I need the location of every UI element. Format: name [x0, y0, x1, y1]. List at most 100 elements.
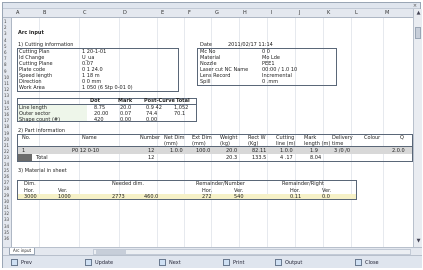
column-header: A B C D E F G H I J K L M	[3, 9, 413, 18]
row-header-cell[interactable]: 27	[4, 180, 12, 185]
remnant-value[interactable]: 0.11	[290, 194, 301, 200]
parts-cell-rect[interactable]: 82.11	[252, 148, 266, 154]
parts-header: Delivery time	[332, 135, 353, 147]
row-header-cell[interactable]: 18	[4, 124, 12, 129]
row-header-cell[interactable]: 34	[4, 224, 12, 229]
prev-label: Prev	[21, 259, 32, 266]
parts-cell-cut[interactable]: 1.0.0	[280, 148, 293, 154]
column-header-i[interactable]: I	[271, 10, 272, 16]
remnant-value[interactable]: 272	[202, 194, 212, 200]
column-header-d[interactable]: D	[123, 10, 127, 16]
row-header-cell[interactable]: 28	[4, 186, 12, 191]
column-header-b[interactable]: B	[43, 10, 46, 16]
parts-total-mark: 8.04	[310, 155, 322, 161]
remnant-value[interactable]: 1000	[58, 194, 71, 200]
column-header-c[interactable]: C	[83, 10, 87, 16]
output-icon	[275, 259, 282, 266]
row-header-cell[interactable]: 32	[4, 211, 12, 216]
horizontal-scroll-thumb[interactable]	[96, 250, 126, 254]
report-window: × A B C D E F G H I J K L M 1 2 3 4 5 6 7 8 9 10 1…	[2, 2, 422, 268]
row-header-cell[interactable]: 6	[4, 50, 12, 55]
column-header-f[interactable]: F	[188, 10, 191, 16]
left-value: 1 050 (6 Stp 0-01 0)	[82, 85, 133, 91]
parts-cell-net[interactable]: 1.0.0	[170, 148, 183, 154]
grid-line	[184, 18, 185, 247]
row-header-cell[interactable]: 24	[4, 162, 12, 167]
column-header-j[interactable]: J	[299, 10, 300, 16]
column-header-e[interactable]: E	[161, 10, 164, 16]
row-header-cell[interactable]: 4	[4, 38, 12, 43]
row-header-cell[interactable]: 10	[4, 75, 12, 80]
vertical-scrollbar[interactable]: ▲ ▼	[413, 9, 422, 247]
parts-header: Number	[140, 135, 161, 141]
column-header-k[interactable]: K	[327, 10, 330, 16]
row-header-cell[interactable]: 30	[4, 199, 12, 204]
parts-cell-number[interactable]: 12	[148, 148, 154, 154]
row-header-cell[interactable]: 5	[4, 44, 12, 49]
prev-button[interactable]: Prev	[11, 258, 32, 267]
row-header-cell[interactable]: 22	[4, 149, 12, 154]
column-header-l[interactable]: L	[355, 10, 358, 16]
column-header-a[interactable]: A	[16, 10, 19, 16]
parts-total-marker	[18, 154, 32, 161]
parts-cell-delivery[interactable]: 3 /0 /0	[334, 148, 350, 154]
row-header-cell[interactable]: 23	[4, 155, 12, 160]
row-header-cell[interactable]: 33	[4, 217, 12, 222]
row-header-cell[interactable]: 13	[4, 93, 12, 98]
parts-cell-no[interactable]: 1	[22, 148, 25, 154]
remnant-group-header: Remainder/Number	[196, 181, 245, 187]
row-header-cell[interactable]: 19	[4, 131, 12, 136]
print-label: Print	[233, 259, 245, 266]
close-button[interactable]: Close	[355, 258, 379, 267]
remnant-value[interactable]: 0.0	[322, 194, 330, 200]
row-header-cell[interactable]: 12	[4, 87, 12, 92]
column-header-h[interactable]: H	[243, 10, 247, 16]
next-button[interactable]: Next	[159, 258, 181, 267]
column-header-g[interactable]: G	[215, 10, 219, 16]
row-header-cell[interactable]: 29	[4, 193, 12, 198]
remnant-group-header: Needed dim.	[112, 181, 144, 187]
row-header-cell[interactable]: 15	[4, 106, 12, 111]
row-header-cell[interactable]: 16	[4, 112, 12, 117]
remnant-group-header: Remainder/Right	[282, 181, 324, 187]
sheet-tab-arc-input[interactable]: Arc input	[9, 248, 36, 255]
column-header-m[interactable]: M	[385, 10, 389, 16]
row-header-cell[interactable]: 8	[4, 62, 12, 67]
remnant-value[interactable]: 460.0	[144, 194, 158, 200]
row-header-cell[interactable]: 3	[4, 31, 12, 36]
parts-total-weight: 20.3	[226, 155, 238, 161]
parts-cell-weight[interactable]: 20.0	[226, 148, 237, 154]
row-header-cell[interactable]: 36	[4, 236, 12, 241]
row-header-cell[interactable]: 31	[4, 205, 12, 210]
print-button[interactable]: Print	[223, 258, 245, 267]
update-button[interactable]: Update	[85, 258, 113, 267]
output-button[interactable]: Output	[275, 258, 302, 267]
spreadsheet-area[interactable]: Arc input 1) Cutting information Date 20…	[12, 18, 413, 247]
remnant-value[interactable]: 540	[234, 194, 244, 200]
vertical-scroll-thumb[interactable]	[415, 27, 421, 39]
row-header-cell[interactable]: 25	[4, 168, 12, 173]
remnant-value[interactable]: 3000	[24, 194, 37, 200]
scroll-up-icon[interactable]: ▲	[415, 10, 422, 18]
row-header-cell[interactable]: 1	[4, 19, 12, 24]
row-header-cell[interactable]: 9	[4, 69, 12, 74]
row-header-cell[interactable]: 2	[4, 25, 12, 30]
row-header-cell[interactable]: 11	[4, 81, 12, 86]
parts-total-number: 12	[148, 155, 155, 161]
summary-value: 70.1	[174, 111, 186, 117]
remnant-value[interactable]: 2773	[112, 194, 125, 200]
row-header-cell[interactable]: 7	[4, 56, 12, 61]
close-label: Close	[365, 259, 379, 266]
row-header-cell[interactable]: 26	[4, 174, 12, 179]
parts-cell-mark[interactable]: 1.9	[310, 148, 318, 154]
row-header-cell[interactable]: 35	[4, 230, 12, 235]
parts-cell-q[interactable]: 2.0.0	[392, 148, 405, 154]
parts-cell-name[interactable]: P0 12 0-10	[72, 148, 99, 154]
parts-total-label: Total	[36, 155, 48, 161]
parts-cell-ext[interactable]: 100.0	[196, 148, 210, 154]
scroll-down-icon[interactable]: ▼	[415, 238, 422, 246]
row-header-cell[interactable]: 21	[4, 143, 12, 148]
row-header-cell[interactable]: 20	[4, 137, 12, 142]
row-header-cell[interactable]: 14	[4, 100, 12, 105]
row-header-cell[interactable]: 17	[4, 118, 12, 123]
